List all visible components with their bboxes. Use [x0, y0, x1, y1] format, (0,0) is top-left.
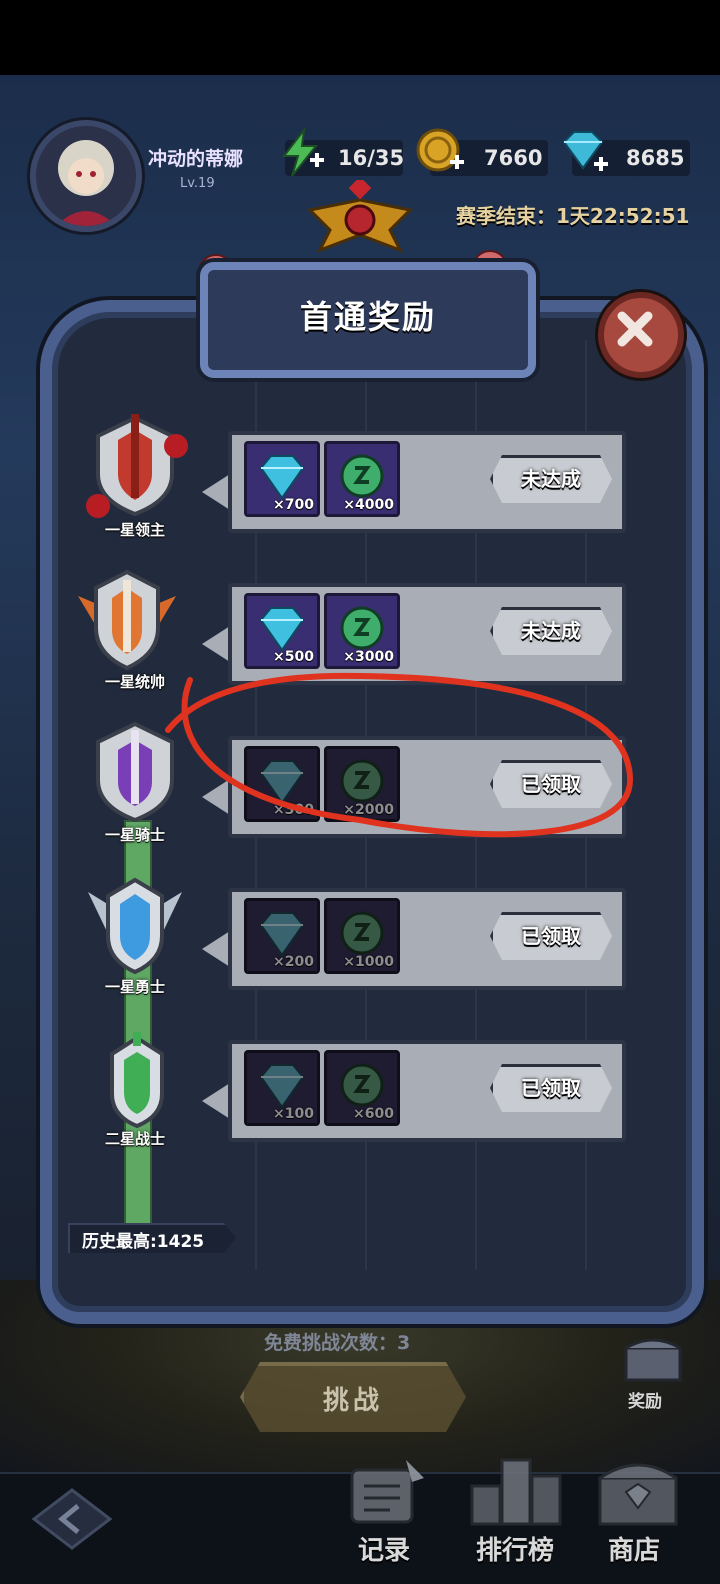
soldier-rank-badge-icon — [110, 1032, 164, 1129]
panel-title: 首通奖励 — [299, 298, 436, 336]
challenge-label: 挑战 — [322, 1386, 383, 1416]
reward-chest-icon[interactable] — [618, 1332, 688, 1384]
coin-quantity: ×4000 — [343, 497, 394, 513]
history-best: 历史最高:1425 — [82, 1232, 205, 1252]
coin-reward-slot[interactable]: ×3000 — [324, 593, 400, 669]
lord-rank-badge-icon — [86, 414, 188, 518]
claim-status-label: 已领取 — [521, 924, 581, 948]
shop-chest-icon[interactable] — [590, 1448, 686, 1530]
coin-quantity: ×600 — [353, 1106, 394, 1122]
gem-reward-slot[interactable]: ×700 — [244, 441, 320, 517]
energy-add-icon[interactable] — [276, 128, 326, 178]
energy-count: 16/35 — [338, 146, 405, 170]
nav-shop[interactable]: 商店 — [608, 1530, 660, 1567]
coin-reward-slot[interactable]: ×600 — [324, 1050, 400, 1126]
commander-rank-badge-icon — [78, 569, 176, 671]
claim-status-label: 未达成 — [521, 619, 581, 643]
claim-status-label: 未达成 — [521, 467, 581, 491]
player-level: Lv.19 — [180, 176, 215, 191]
gem-quantity: ×500 — [273, 649, 314, 665]
row-pointer — [202, 1083, 230, 1119]
highlight-annotation — [165, 672, 634, 838]
status-bar — [0, 0, 720, 75]
rank-name: 二星战士 — [104, 1130, 165, 1148]
rank-name: 一星勇士 — [104, 978, 165, 996]
claim-status-label: 已领取 — [521, 1076, 581, 1100]
records-scroll-icon[interactable] — [340, 1456, 430, 1530]
nav-records[interactable]: 记录 — [358, 1530, 410, 1567]
row-pointer — [202, 474, 230, 510]
warrior-rank-badge-icon — [88, 877, 182, 975]
gem-add-icon[interactable] — [556, 128, 610, 178]
gem-quantity: ×700 — [273, 497, 314, 513]
close-icon — [617, 311, 653, 347]
gem-quantity: ×200 — [273, 954, 314, 970]
player-name: 冲动的蒂娜 — [148, 148, 244, 170]
gem-count: 8685 — [626, 146, 685, 170]
gem-reward-slot[interactable]: ×500 — [244, 593, 320, 669]
coin-reward-slot[interactable]: ×4000 — [324, 441, 400, 517]
row-pointer — [202, 931, 230, 967]
bat-emblem-icon — [306, 180, 414, 253]
reward-label: 奖励 — [628, 1392, 662, 1412]
rank-name: 一星领主 — [104, 521, 165, 539]
row-pointer — [202, 626, 230, 662]
coin-reward-slot[interactable]: ×1000 — [324, 898, 400, 974]
back-arrow-icon[interactable] — [30, 1486, 114, 1552]
gem-quantity: ×100 — [273, 1106, 314, 1122]
coin-quantity: ×3000 — [343, 649, 394, 665]
close-button[interactable] — [598, 292, 684, 378]
gem-reward-slot[interactable]: ×200 — [244, 898, 320, 974]
avatar[interactable] — [30, 120, 142, 232]
gem-reward-slot[interactable]: ×100 — [244, 1050, 320, 1126]
free-attempts: 免费挑战次数：3 — [264, 1332, 411, 1354]
avatar-portrait-icon — [56, 140, 116, 226]
coin-quantity: ×1000 — [343, 954, 394, 970]
season-timer: 赛季结束：1天22:52:51 — [456, 204, 690, 228]
gold-add-icon[interactable] — [414, 126, 466, 178]
gold-count: 7660 — [484, 146, 543, 170]
nav-leaderboard[interactable]: 排行榜 — [476, 1530, 554, 1567]
leaderboard-podium-icon[interactable] — [466, 1452, 566, 1528]
